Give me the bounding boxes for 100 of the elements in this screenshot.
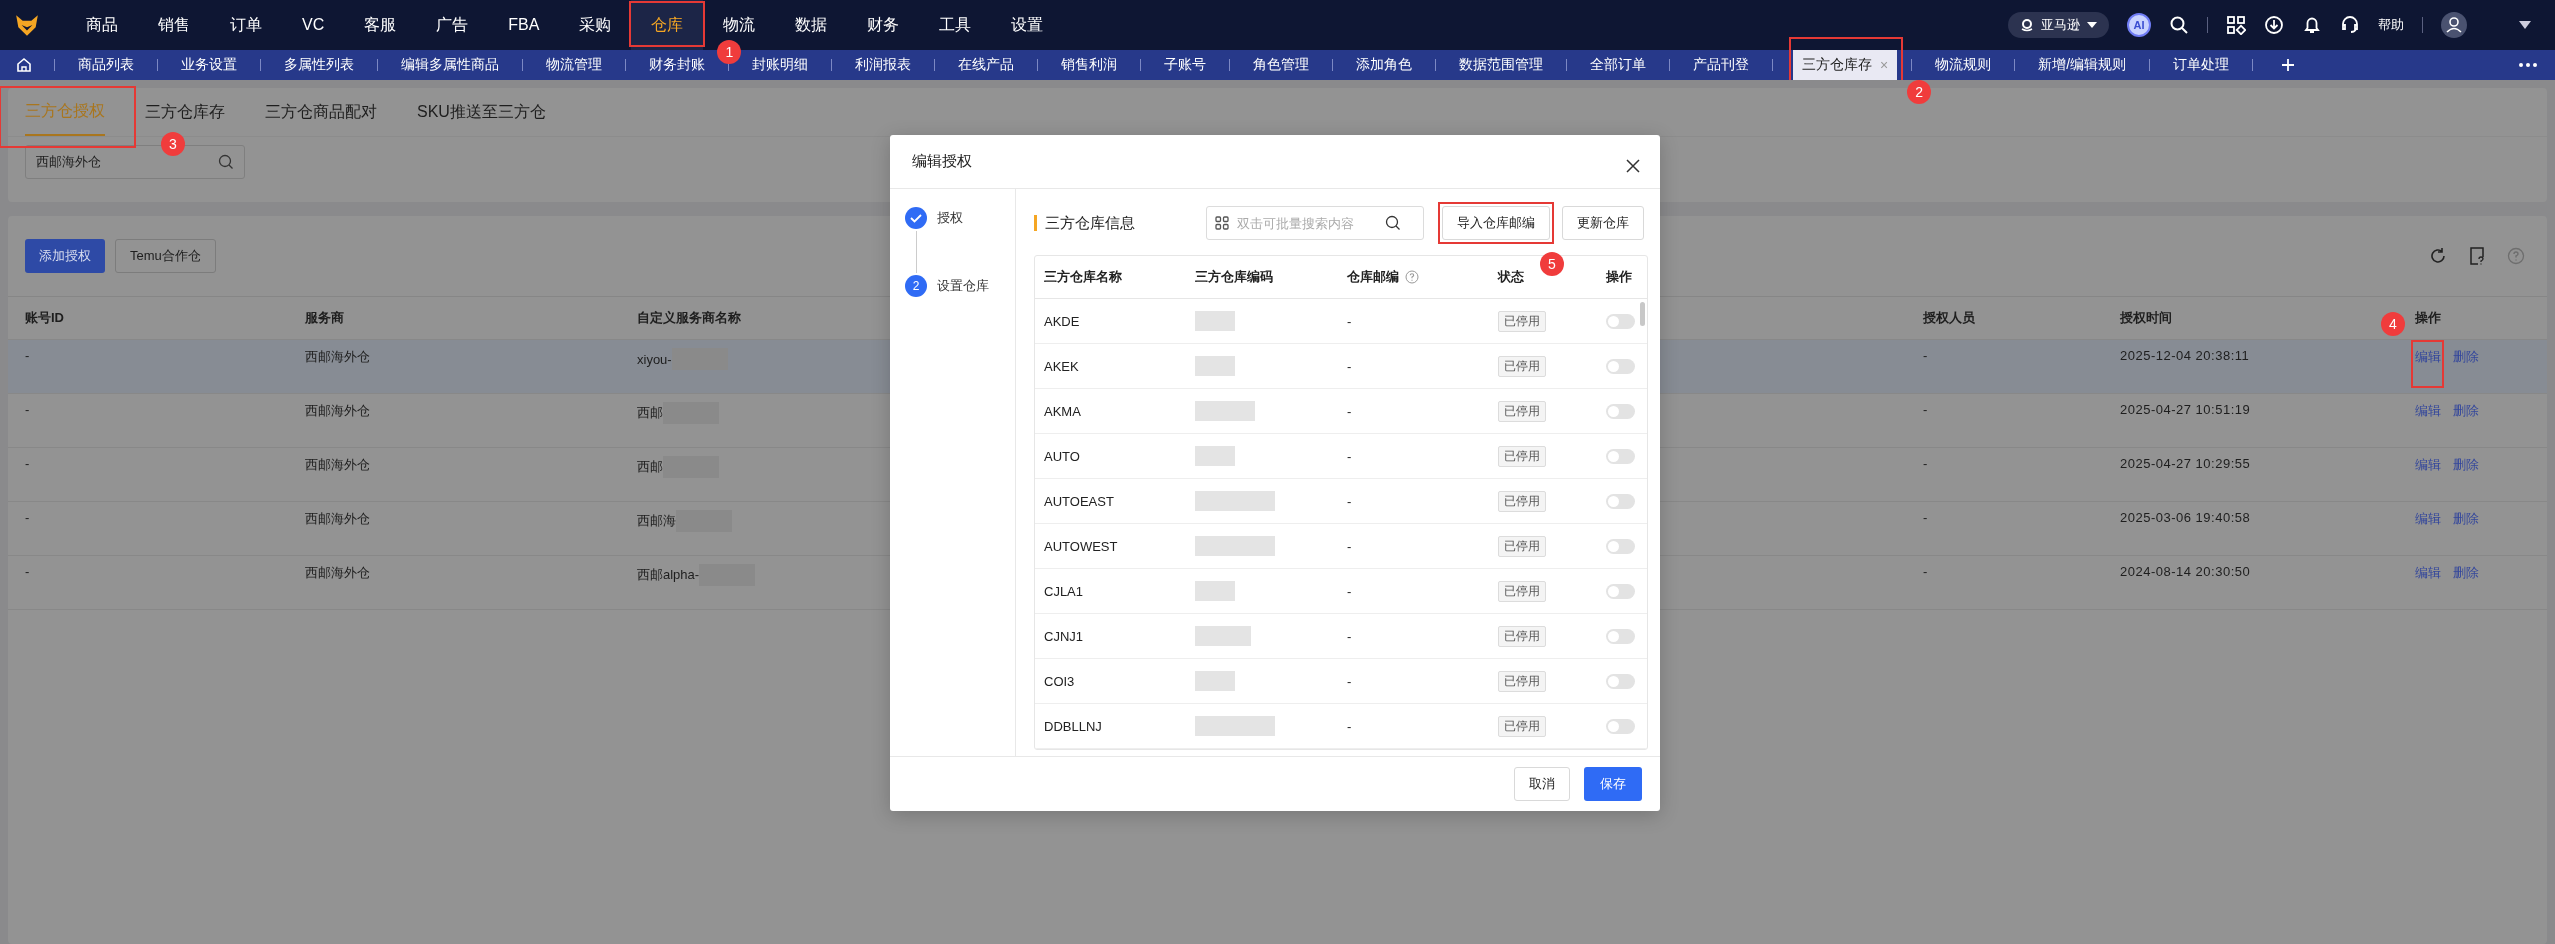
table-cell: 西邮海外仓	[305, 348, 370, 366]
table-cell: COI3	[1044, 673, 1075, 689]
callout-badge: 5	[1540, 252, 1564, 276]
scrollbar[interactable]	[1640, 302, 1645, 326]
table-cell: -	[25, 456, 30, 471]
store-selector[interactable]: 亚马逊	[2008, 12, 2109, 38]
blurred-text	[1195, 311, 1235, 331]
callout-badge: 1	[717, 40, 742, 64]
status-tag: 已停用	[1498, 400, 1546, 422]
step-number: 2	[905, 275, 927, 297]
toggle-switch[interactable]	[1606, 358, 1635, 374]
page-tab[interactable]: 销售利润	[1052, 50, 1126, 80]
status-tag: 已停用	[1498, 580, 1546, 602]
page-tab[interactable]: 业务设置	[172, 50, 246, 80]
nav-menu-item[interactable]: 销售	[138, 0, 210, 50]
grid-icon[interactable]	[2226, 15, 2246, 35]
nav-menu-item[interactable]: 广告	[416, 0, 489, 50]
table-cell: -	[1347, 718, 1352, 734]
page-tab[interactable]: 添加角色	[1347, 50, 1421, 80]
bell-icon[interactable]	[2302, 15, 2322, 35]
status-tag: 已停用	[1498, 490, 1546, 512]
add-tab-icon[interactable]	[2281, 58, 2296, 72]
toolbar-button[interactable]: 添加授权	[25, 239, 105, 273]
page-tab[interactable]: 物流规则	[1926, 50, 2001, 80]
table-cell: -	[1347, 673, 1352, 689]
download-icon[interactable]	[2264, 15, 2284, 35]
dialog-button[interactable]: 保存	[1584, 767, 1642, 801]
nav-menu-item[interactable]: 订单	[210, 0, 282, 50]
blurred-text	[1195, 626, 1251, 646]
toggle-switch[interactable]	[1606, 313, 1635, 329]
search-field[interactable]: 双击可批量搜索内容	[1206, 206, 1424, 240]
document-help-icon[interactable]	[2469, 247, 2485, 265]
page-tab[interactable]: 子账号	[1155, 50, 1215, 80]
home-icon[interactable]	[16, 57, 32, 73]
page-tab[interactable]: 在线产品	[949, 50, 1023, 80]
ai-button[interactable]: AI	[2127, 13, 2151, 37]
headset-icon[interactable]	[2340, 15, 2360, 35]
page-tab[interactable]: 角色管理	[1244, 50, 1318, 80]
amazon-icon	[2020, 18, 2034, 32]
page-tab[interactable]: 订单处理	[2164, 50, 2239, 80]
toggle-switch[interactable]	[1606, 583, 1635, 599]
table-cell: -	[1347, 583, 1352, 599]
sub-tab[interactable]: 三方仓商品配对	[265, 88, 377, 136]
page-tab[interactable]: 产品刊登	[1684, 50, 1758, 80]
dialog-button[interactable]: 导入仓库邮编	[1442, 206, 1550, 240]
page-tab[interactable]: 财务封账	[640, 50, 714, 80]
page-tab[interactable]: 多属性列表	[275, 50, 363, 80]
caret-icon[interactable]	[2519, 21, 2531, 29]
column-header: 操作	[2415, 309, 2441, 327]
page-tab[interactable]: 数据范围管理	[1450, 50, 1552, 80]
page-tab[interactable]: 商品列表	[69, 50, 143, 80]
nav-menu-item[interactable]: 采购	[559, 0, 632, 50]
callout-badge: 4	[2381, 312, 2405, 336]
page-tab[interactable]: 新增/编辑规则	[2029, 50, 2136, 80]
nav-menu-item[interactable]: 数据	[775, 0, 848, 50]
section-title: 三方仓库信息	[1045, 213, 1135, 233]
search-icon[interactable]	[2169, 15, 2189, 35]
toggle-switch[interactable]	[1606, 538, 1635, 554]
toggle-switch[interactable]	[1606, 628, 1635, 644]
page-tab[interactable]: 三方仓库存 ×	[1793, 50, 1898, 80]
table-cell: -	[1923, 564, 1928, 579]
more-icon[interactable]	[2519, 63, 2537, 67]
page-tab[interactable]: 编辑多属性商品	[392, 50, 508, 80]
sub-tab[interactable]: SKU推送至三方仓	[417, 88, 546, 136]
nav-menu-item[interactable]: 仓库	[631, 0, 704, 50]
nav-menu-item[interactable]: VC	[282, 0, 345, 50]
toggle-switch[interactable]	[1606, 403, 1635, 419]
nav-menu-item[interactable]: 客服	[344, 0, 417, 50]
page-tab[interactable]: 物流管理	[537, 50, 611, 80]
grid-icon	[1215, 216, 1229, 230]
table-cell: -	[1347, 448, 1352, 464]
table-cell: AKEK	[1044, 358, 1079, 374]
column-header: 三方仓库名称	[1044, 268, 1122, 286]
dialog-button[interactable]: 取消	[1514, 767, 1570, 801]
table-cell: 2025-04-27 10:51:19	[2120, 402, 2251, 417]
toggle-switch[interactable]	[1606, 718, 1635, 734]
table-cell: -	[1923, 456, 1928, 471]
search-input[interactable]: 双击可批量搜索内容	[1237, 215, 1377, 231]
blurred-text	[1195, 446, 1235, 466]
nav-menu-item[interactable]: 工具	[919, 0, 992, 50]
user-avatar-icon[interactable]	[2441, 12, 2467, 38]
toggle-switch[interactable]	[1606, 673, 1635, 689]
dialog-button[interactable]: 更新仓库	[1562, 206, 1644, 240]
toggle-switch[interactable]	[1606, 493, 1635, 509]
nav-menu-item[interactable]: 设置	[991, 0, 1064, 50]
toolbar-button[interactable]: Temu合作仓	[115, 239, 216, 273]
table-cell: 西邮海外仓	[305, 456, 370, 474]
page-tab[interactable]: 封账明细	[743, 50, 817, 80]
close-icon[interactable]	[1626, 158, 1640, 173]
table-cell: xiyou-	[637, 351, 672, 367]
toggle-switch[interactable]	[1606, 448, 1635, 464]
nav-menu-item[interactable]: 商品	[66, 0, 138, 50]
page-tab[interactable]: 利润报表	[846, 50, 920, 80]
nav-menu-item[interactable]: FBA	[488, 0, 560, 50]
blurred-text	[1195, 356, 1235, 376]
refresh-icon[interactable]	[2429, 247, 2447, 265]
help-link[interactable]: 帮助	[2378, 16, 2404, 34]
nav-menu-item[interactable]: 财务	[847, 0, 920, 50]
page-tab[interactable]: 全部订单	[1581, 50, 1655, 80]
search-icon[interactable]	[1385, 215, 1401, 231]
